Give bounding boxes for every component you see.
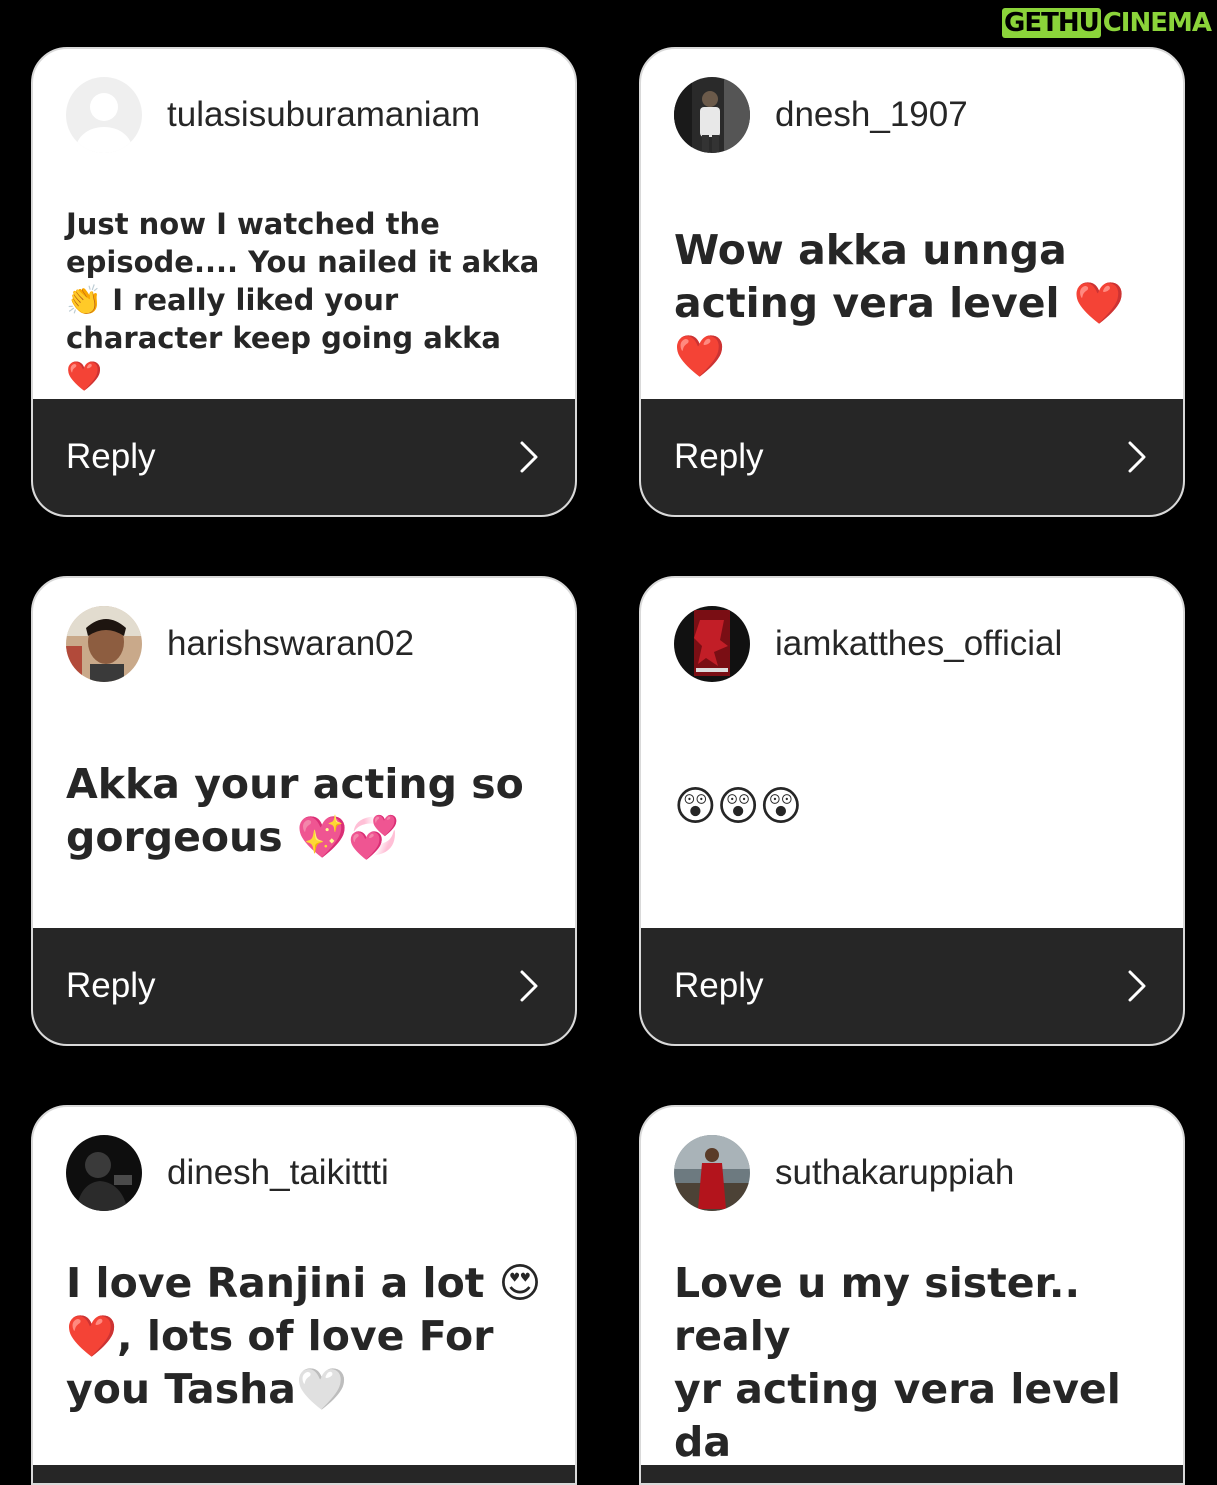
username[interactable]: iamkatthes_official [775,624,1062,664]
comment-line: I love Ranjini a lot 😍 [66,1259,542,1307]
chevron-right-icon [1128,441,1146,473]
reply-button[interactable]: Reply [33,399,575,515]
reply-label: Reply [66,966,156,1005]
reply-button[interactable]: Reply [641,928,1183,1044]
avatar-default[interactable] [66,77,142,153]
comment-card-1: tulasisuburamaniam Just now I watched th… [31,47,577,517]
reply-label: Reply [674,437,764,476]
chevron-right-icon [1128,970,1146,1002]
comment-line: ❤️, lots of love For [66,1312,494,1360]
comment-line: character keep going akka ❤️ [66,321,501,393]
reply-label: Reply [66,437,156,476]
comment-line: Wow akka unnga [674,226,1067,274]
username[interactable]: suthakaruppiah [775,1153,1014,1193]
card-header: dinesh_taikittti [66,1135,555,1211]
comment-text: Akka your acting so gorgeous 💖💞 [66,758,547,864]
comment-text: Wow akka unnga acting vera level ❤️❤️ [674,224,1155,383]
comment-line: episode.... You nailed it akka [66,245,540,279]
comment-card-3: harishswaran02 Akka your acting so gorge… [31,576,577,1046]
comment-card-5: dinesh_taikittti I love Ranjini a lot 😍 … [31,1105,577,1485]
card-header: harishswaran02 [66,606,555,682]
avatar-photo[interactable] [674,1135,750,1211]
chevron-right-icon [520,441,538,473]
reply-button[interactable] [33,1465,575,1483]
avatar-photo[interactable] [674,77,750,153]
card-header: dnesh_1907 [674,77,1163,153]
username[interactable]: harishswaran02 [167,624,414,664]
username[interactable]: tulasisuburamaniam [167,95,480,135]
reply-button[interactable] [641,1465,1183,1483]
comment-card-2: dnesh_1907 Wow akka unnga acting vera le… [639,47,1185,517]
avatar-photo[interactable] [66,1135,142,1211]
comment-text: Love u my sister.. realy yr acting vera … [674,1257,1155,1483]
reply-button[interactable]: Reply [33,928,575,1044]
card-header: suthakaruppiah [674,1135,1163,1211]
comment-line: gorgeous 💖💞 [66,813,400,861]
comment-text: Just now I watched the episode.... You n… [66,205,547,395]
comment-card-4: iamkatthes_official 😲😲😲 Reply [639,576,1185,1046]
comment-line: Akka your acting so [66,760,524,808]
card-header: iamkatthes_official [674,606,1163,682]
comment-card-6: suthakaruppiah Love u my sister.. realy … [639,1105,1185,1485]
comment-line: yr acting vera level da [674,1365,1121,1466]
reply-button[interactable]: Reply [641,399,1183,515]
comment-line: 👏 I really liked your [66,283,399,317]
comment-line: Just now I watched the [66,207,440,241]
watermark-part2: CINEMA [1102,8,1212,38]
chevron-right-icon [520,970,538,1002]
card-header: tulasisuburamaniam [66,77,555,153]
comment-line: acting vera level ❤️❤️ [674,279,1125,380]
avatar-photo[interactable] [66,606,142,682]
username[interactable]: dinesh_taikittti [167,1153,389,1193]
username[interactable]: dnesh_1907 [775,95,968,135]
watermark-part1: GETHU [1002,8,1101,38]
watermark-logo: GETHU CINEMA [1002,8,1212,38]
comment-text: 😲😲😲 [674,780,1155,833]
avatar-photo[interactable] [674,606,750,682]
comment-line: Love u my sister.. realy [674,1259,1081,1360]
comment-text: I love Ranjini a lot 😍 ❤️, lots of love … [66,1257,547,1416]
comment-line: you Tasha🤍 [66,1365,348,1413]
comment-line: 😲😲😲 [674,782,803,830]
reply-label: Reply [674,966,764,1005]
